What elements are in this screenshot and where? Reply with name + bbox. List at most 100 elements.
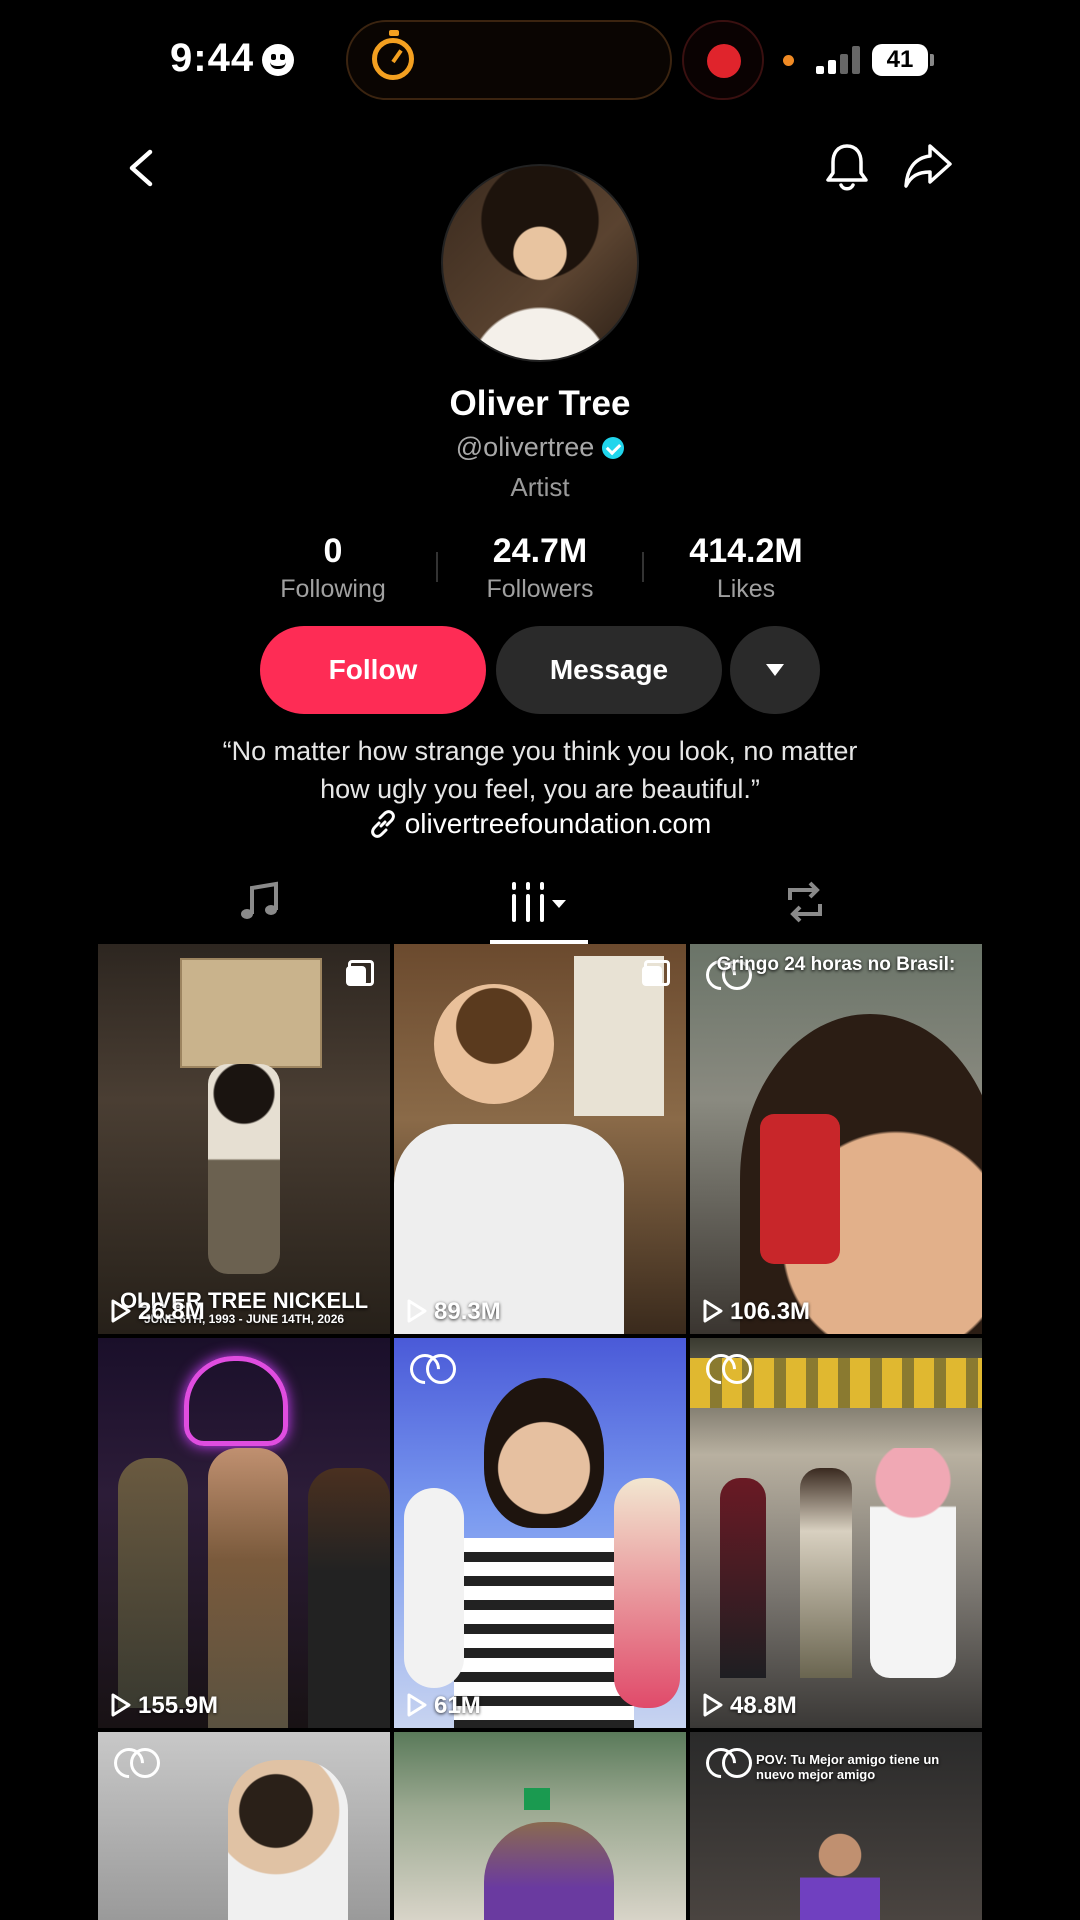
stat-followers[interactable]: 24.7M Followers bbox=[440, 532, 640, 604]
child-head-graphic bbox=[434, 984, 554, 1104]
video-overlay-text: POV: Tu Mejor amigo tiene un nuevo mejor… bbox=[756, 1752, 940, 1782]
striped-shirt-graphic bbox=[454, 1538, 634, 1728]
follow-button[interactable]: Follow bbox=[260, 626, 486, 714]
video-thumbnail[interactable]: 61M bbox=[394, 1338, 686, 1728]
message-button[interactable]: Message bbox=[496, 626, 722, 714]
video-thumbnail[interactable]: POV: Tu Mejor amigo tiene un nuevo mejor… bbox=[690, 1732, 982, 1920]
video-thumbnail[interactable]: 89.3M bbox=[394, 944, 686, 1334]
link-text: olivertreefoundation.com bbox=[404, 808, 712, 839]
suggested-accounts-button[interactable] bbox=[730, 626, 820, 714]
puppet-graphic bbox=[484, 1822, 614, 1920]
view-count-text: 48.8M bbox=[730, 1692, 797, 1719]
profile-handle: @olivertree bbox=[455, 432, 595, 462]
stat-label: Following bbox=[280, 575, 386, 603]
video-thumbnail[interactable]: 155.9M bbox=[98, 1338, 390, 1728]
costume-graphic bbox=[870, 1448, 956, 1678]
profile-handle-row: @olivertree bbox=[0, 432, 1080, 463]
play-icon bbox=[703, 1693, 723, 1717]
video-thumbnail[interactable] bbox=[394, 1732, 686, 1920]
status-time: 9:44 bbox=[170, 36, 255, 80]
smiley-icon bbox=[262, 44, 294, 76]
puppet-graphic bbox=[614, 1478, 680, 1708]
record-dot-icon bbox=[707, 44, 741, 78]
back-icon[interactable] bbox=[124, 148, 160, 188]
privacy-indicator-dot bbox=[783, 55, 794, 66]
timer-icon bbox=[372, 30, 414, 80]
collab-icon bbox=[114, 1748, 160, 1778]
sign-graphic bbox=[524, 1788, 550, 1810]
status-bar: 9:44 41 bbox=[0, 0, 1080, 120]
tab-videos[interactable] bbox=[460, 870, 620, 944]
collab-icon bbox=[706, 1354, 752, 1384]
play-icon bbox=[703, 1299, 723, 1323]
multi-photo-icon bbox=[642, 960, 670, 986]
repost-icon bbox=[788, 881, 822, 923]
bell-icon[interactable] bbox=[824, 142, 870, 192]
chevron-down-icon bbox=[766, 664, 784, 676]
face-graphic bbox=[484, 1378, 604, 1528]
puppet-graphic bbox=[404, 1488, 464, 1688]
collab-icon bbox=[706, 1748, 752, 1778]
stat-label: Likes bbox=[716, 575, 776, 603]
multi-photo-icon bbox=[346, 960, 374, 986]
stat-divider bbox=[642, 552, 644, 582]
signal-icon bbox=[816, 46, 862, 74]
recording-indicator[interactable] bbox=[682, 20, 764, 100]
view-count-text: 61M bbox=[434, 1692, 481, 1719]
bio-line: how ugly you feel, you are beautiful.” bbox=[320, 774, 760, 804]
person-graphic bbox=[800, 1468, 852, 1678]
stat-value: 24.7M bbox=[492, 532, 588, 570]
bio-line: “No matter how strange you think you loo… bbox=[222, 736, 858, 766]
view-count: 61M bbox=[406, 1692, 481, 1720]
view-count: 26.8M bbox=[110, 1298, 205, 1326]
person-graphic bbox=[118, 1458, 188, 1708]
view-count-text: 89.3M bbox=[434, 1298, 501, 1325]
view-count-text: 26.8M bbox=[138, 1298, 205, 1325]
profile-bio: “No matter how strange you think you loo… bbox=[120, 732, 960, 808]
play-icon bbox=[111, 1693, 131, 1717]
person-graphic bbox=[800, 1822, 880, 1920]
person-graphic bbox=[308, 1468, 390, 1728]
tab-reposts[interactable] bbox=[732, 870, 892, 944]
profile-name: Oliver Tree bbox=[449, 384, 631, 423]
play-icon bbox=[111, 1299, 131, 1323]
stat-likes[interactable]: 414.2M Likes bbox=[646, 532, 846, 604]
content-tabs bbox=[98, 870, 982, 944]
video-thumbnail[interactable]: 48.8M bbox=[690, 1338, 982, 1728]
neon-helmet-graphic bbox=[184, 1356, 288, 1446]
red-object-graphic bbox=[760, 1114, 840, 1264]
person-graphic bbox=[228, 1760, 348, 1920]
collab-icon bbox=[410, 1354, 456, 1384]
view-count: 106.3M bbox=[702, 1298, 810, 1326]
battery-icon: 41 bbox=[872, 44, 934, 76]
video-thumbnail[interactable]: Gringo 24 horas no Brasil: 106.3M bbox=[690, 944, 982, 1334]
view-count-text: 155.9M bbox=[138, 1692, 219, 1719]
stat-following[interactable]: 0 Following bbox=[233, 532, 433, 604]
video-grid: OLIVER TREE NICKELL JUNE 6TH, 1993 - JUN… bbox=[98, 944, 982, 1920]
dynamic-island[interactable] bbox=[346, 20, 672, 100]
stat-value: 414.2M bbox=[689, 532, 803, 570]
box-graphic bbox=[180, 958, 322, 1068]
verified-icon bbox=[602, 437, 625, 459]
video-thumbnail[interactable] bbox=[98, 1732, 390, 1920]
view-count: 89.3M bbox=[406, 1298, 501, 1326]
tab-music[interactable] bbox=[186, 870, 346, 944]
video-thumbnail[interactable]: OLIVER TREE NICKELL JUNE 6TH, 1993 - JUN… bbox=[98, 944, 390, 1334]
stat-label: Followers bbox=[486, 575, 594, 603]
view-count: 48.8M bbox=[702, 1692, 797, 1720]
video-overlay-text: Gringo 24 horas no Brasil: bbox=[716, 954, 956, 975]
profile-link[interactable]: olivertreefoundation.com bbox=[0, 808, 1080, 840]
profile-stats: 0 Following 24.7M Followers 414.2M Likes bbox=[0, 532, 1080, 604]
avatar[interactable] bbox=[441, 164, 639, 362]
view-count: 155.9M bbox=[110, 1692, 218, 1720]
person-graphic bbox=[720, 1478, 766, 1678]
stat-value: 0 bbox=[323, 532, 343, 570]
share-icon[interactable] bbox=[902, 140, 954, 192]
play-icon bbox=[407, 1693, 427, 1717]
link-icon bbox=[370, 810, 395, 838]
grid-icon bbox=[512, 882, 566, 922]
music-note-icon bbox=[241, 881, 278, 919]
person-graphic bbox=[208, 1064, 280, 1274]
stat-divider bbox=[436, 552, 438, 582]
view-count-text: 106.3M bbox=[730, 1298, 811, 1325]
